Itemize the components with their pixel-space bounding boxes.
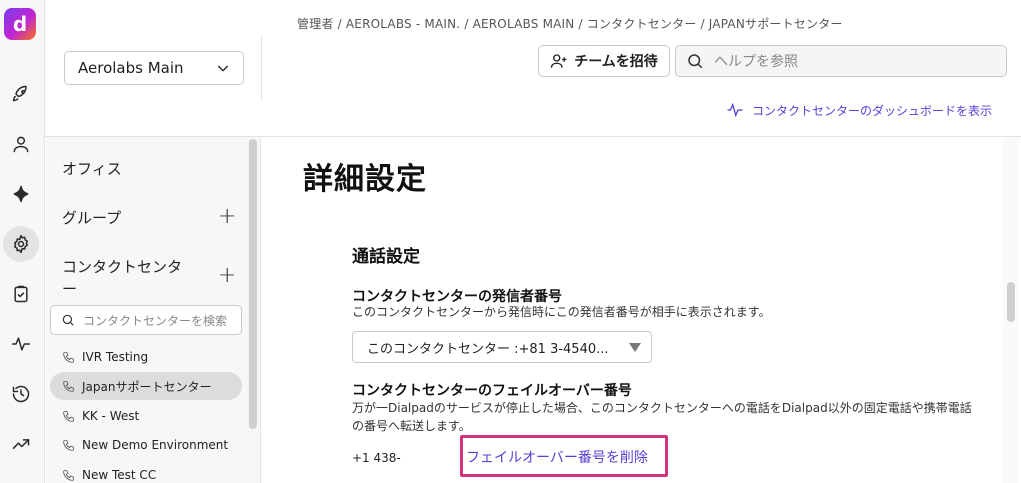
invite-team-label: チームを招待 <box>574 54 658 70</box>
trending-icon[interactable] <box>7 430 35 458</box>
phone-icon <box>63 380 74 392</box>
settings-sidebar: オフィス グループ + コンタクトセンター + コンタクトセンターを検索 IVR… <box>46 137 261 483</box>
chevron-down-icon <box>217 65 229 72</box>
contact-center-item[interactable]: KK - West <box>50 402 242 430</box>
contact-center-item-label: New Demo Environment <box>82 438 229 452</box>
sidebar-item-contact-center[interactable]: コンタクトセンター <box>62 256 187 300</box>
clipboard-icon[interactable] <box>7 280 35 308</box>
call-settings-heading: 通話設定 <box>352 247 420 267</box>
breadcrumb[interactable]: 管理者 / AEROLABS - MAIN. / AEROLABS MAIN /… <box>297 15 843 32</box>
contact-center-item-label: KK - West <box>82 409 140 423</box>
pulse-icon[interactable] <box>7 330 35 358</box>
gear-icon[interactable] <box>3 226 39 262</box>
add-user-icon <box>551 54 567 68</box>
failover-number-value: +1 438- <box>352 451 401 465</box>
help-search-input[interactable]: ヘルプを参照 <box>675 45 1007 77</box>
header-divider <box>261 35 262 101</box>
logo-letter: d <box>12 12 28 36</box>
help-search-placeholder: ヘルプを参照 <box>714 54 798 70</box>
left-rail: d <box>0 0 45 483</box>
history-icon[interactable] <box>7 380 35 408</box>
failover-number-label: コンタクトセンターのフェイルオーバー番号 <box>352 383 632 399</box>
remove-failover-number-link[interactable]: フェイルオーバー番号を削除 <box>466 447 648 467</box>
search-icon <box>62 314 74 326</box>
contact-center-item[interactable]: IVR Testing <box>50 343 242 371</box>
person-icon[interactable] <box>7 130 35 158</box>
sidebar-scrollbar[interactable] <box>249 139 257 429</box>
organization-select-value: Aerolabs Main <box>78 59 184 77</box>
add-group-plus-icon[interactable]: + <box>218 206 236 228</box>
sparkle-icon[interactable] <box>7 180 35 208</box>
search-icon <box>688 54 703 69</box>
contact-center-item-selected[interactable]: Japanサポートセンター <box>50 372 242 400</box>
contact-center-item[interactable]: New Test CC <box>50 461 242 483</box>
contact-center-search-input[interactable]: コンタクトセンターを検索 <box>50 305 242 335</box>
dropdown-triangle-icon <box>629 342 641 352</box>
sidebar-item-office[interactable]: オフィス <box>62 158 122 179</box>
failover-number-description: 万が一Dialpadのサービスが停止した場合、このコンタクトセンターへの電話をD… <box>352 401 972 433</box>
contact-center-dashboard-link[interactable]: コンタクトセンターのダッシュボードを表示 <box>726 101 992 119</box>
phone-icon <box>63 439 74 451</box>
organization-select[interactable]: Aerolabs Main <box>64 51 244 85</box>
invite-team-button[interactable]: チームを招待 <box>538 45 670 77</box>
caller-id-description: このコンタクトセンターから発信時にこの発信者番号が相手に表示されます。 <box>352 305 771 319</box>
page-title: 詳細設定 <box>303 162 427 197</box>
sidebar-item-group[interactable]: グループ <box>62 207 121 228</box>
phone-icon <box>63 351 74 363</box>
rocket-icon[interactable] <box>7 80 35 108</box>
dashboard-link-label: コンタクトセンターのダッシュボードを表示 <box>752 103 993 118</box>
phone-icon <box>63 469 74 481</box>
dialpad-logo[interactable]: d <box>4 8 36 40</box>
add-contact-center-plus-icon[interactable]: + <box>218 265 236 287</box>
caller-id-select[interactable]: このコンタクトセンター :+81 3-4540... <box>352 331 652 363</box>
main-scrollbar[interactable] <box>1007 282 1015 322</box>
contact-center-item[interactable]: New Demo Environment <box>50 431 242 459</box>
pulse-icon <box>727 102 743 118</box>
phone-icon <box>63 410 74 422</box>
caller-id-select-value: このコンタクトセンター :+81 3-4540... <box>367 341 609 357</box>
contact-center-item-label: IVR Testing <box>82 350 149 364</box>
contact-center-search-placeholder: コンタクトセンターを検索 <box>83 313 228 328</box>
contact-center-item-label: Japanサポートセンター <box>82 379 212 394</box>
contact-center-item-label: New Test CC <box>82 468 157 482</box>
